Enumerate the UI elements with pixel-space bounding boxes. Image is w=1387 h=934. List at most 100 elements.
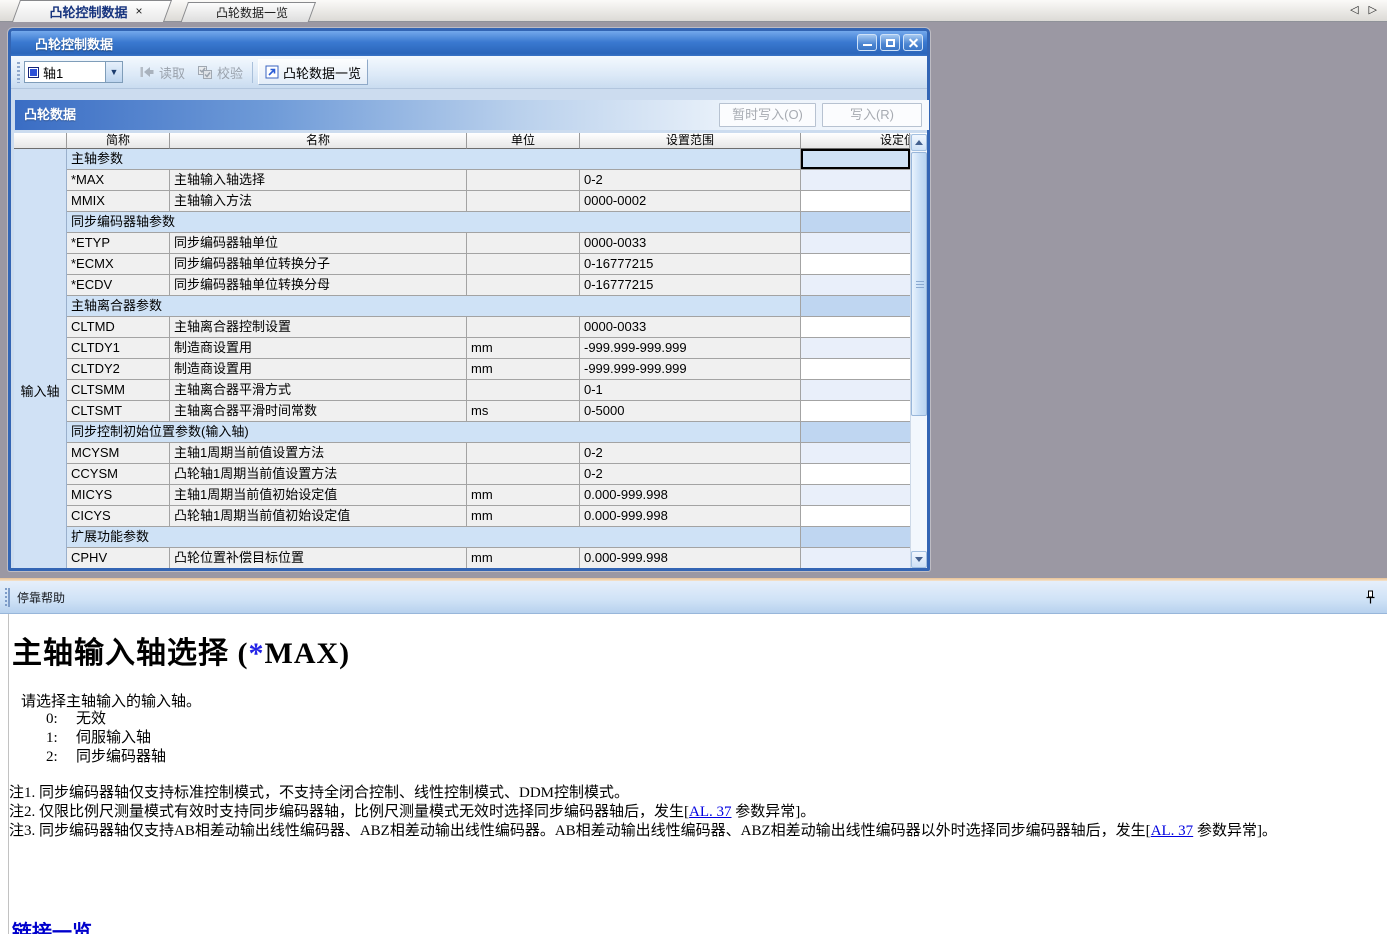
range-cell[interactable]: 0.000-999.998 xyxy=(580,548,801,568)
abbr-cell[interactable]: MICYS xyxy=(67,485,170,506)
scroll-up-button[interactable] xyxy=(911,134,927,151)
setting-value-cell[interactable] xyxy=(801,338,910,359)
range-cell[interactable]: 0-2 xyxy=(580,170,801,191)
docking-help-titlebar[interactable]: 停靠帮助 xyxy=(0,581,1387,614)
setting-value-cell[interactable] xyxy=(801,380,910,401)
scroll-down-button[interactable] xyxy=(911,551,927,568)
group-label-cell[interactable]: 主轴离合器参数 xyxy=(67,296,801,317)
abbr-cell[interactable]: *ETYP xyxy=(67,233,170,254)
unit-cell[interactable] xyxy=(467,317,580,338)
range-cell[interactable]: 0.000-999.998 xyxy=(580,506,801,527)
name-cell[interactable]: 同步编码器轴单位转换分母 xyxy=(170,275,467,296)
abbr-cell[interactable]: CLTDY1 xyxy=(67,338,170,359)
unit-cell[interactable] xyxy=(467,233,580,254)
unit-cell[interactable] xyxy=(467,380,580,401)
group-label-cell[interactable]: 主轴参数 xyxy=(67,149,801,170)
setting-value-cell[interactable] xyxy=(801,296,910,317)
range-cell[interactable]: 0-2 xyxy=(580,464,801,485)
tab-scroll-right-icon[interactable]: ▷ xyxy=(1369,3,1377,16)
dock-grip-handle[interactable] xyxy=(5,588,7,607)
unit-cell[interactable] xyxy=(467,275,580,296)
setting-value-cell[interactable] xyxy=(801,191,910,212)
name-cell[interactable]: 主轴1周期当前值设置方法 xyxy=(170,443,467,464)
close-button[interactable] xyxy=(903,34,923,51)
name-cell[interactable]: 凸轮轴1周期当前值初始设定值 xyxy=(170,506,467,527)
unit-cell[interactable]: mm xyxy=(467,359,580,380)
unit-cell[interactable]: mm xyxy=(467,338,580,359)
setting-value-cell[interactable] xyxy=(801,548,910,568)
read-button[interactable]: 读取 xyxy=(133,59,191,85)
unit-cell[interactable]: mm xyxy=(467,485,580,506)
group-label-cell[interactable]: 同步控制初始位置参数(输入轴) xyxy=(67,422,801,443)
name-cell[interactable]: 凸轮位置补偿目标位置 xyxy=(170,548,467,568)
temporary-write-button[interactable]: 暂时写入(O) xyxy=(719,103,816,127)
range-cell[interactable]: 0000-0033 xyxy=(580,233,801,254)
setting-value-cell[interactable] xyxy=(801,317,910,338)
name-cell[interactable]: 主轴输入方法 xyxy=(170,191,467,212)
range-cell[interactable]: -999.999-999.999 xyxy=(580,359,801,380)
setting-value-cell[interactable] xyxy=(801,506,910,527)
unit-cell[interactable] xyxy=(467,254,580,275)
tab-scroll-left-icon[interactable]: ◁ xyxy=(1350,3,1358,16)
range-cell[interactable]: 0-5000 xyxy=(580,401,801,422)
abbr-cell[interactable]: CICYS xyxy=(67,506,170,527)
alarm-link[interactable]: AL. 37 xyxy=(689,804,732,820)
setting-value-cell[interactable] xyxy=(801,212,910,233)
unit-cell[interactable]: mm xyxy=(467,506,580,527)
link-list-link[interactable]: 链接一览 xyxy=(12,916,92,934)
abbr-cell[interactable]: *ECDV xyxy=(67,275,170,296)
write-button[interactable]: 写入(R) xyxy=(822,103,922,127)
abbr-cell[interactable]: CLTDY2 xyxy=(67,359,170,380)
alarm-link[interactable]: AL. 37 xyxy=(1151,823,1194,839)
setting-value-cell[interactable] xyxy=(801,359,910,380)
unit-cell[interactable]: mm xyxy=(467,548,580,568)
range-cell[interactable]: 0000-0033 xyxy=(580,317,801,338)
unit-cell[interactable] xyxy=(467,443,580,464)
setting-value-cell[interactable] xyxy=(801,527,910,548)
chevron-down-icon[interactable]: ▼ xyxy=(105,62,122,82)
window-titlebar[interactable]: 凸轮控制数据 xyxy=(11,31,927,56)
verify-button[interactable]: 校验 xyxy=(191,59,249,85)
abbr-cell[interactable]: CLTSMM xyxy=(67,380,170,401)
name-cell[interactable]: 主轴输入轴选择 xyxy=(170,170,467,191)
name-cell[interactable]: 同步编码器轴单位 xyxy=(170,233,467,254)
pin-icon[interactable] xyxy=(1364,590,1377,605)
name-cell[interactable]: 主轴1周期当前值初始设定值 xyxy=(170,485,467,506)
setting-value-cell[interactable] xyxy=(801,254,910,275)
scrollbar-thumb[interactable] xyxy=(911,152,927,416)
abbr-cell[interactable]: CPHV xyxy=(67,548,170,568)
range-cell[interactable]: 0-1 xyxy=(580,380,801,401)
setting-value-cell[interactable] xyxy=(801,422,910,443)
setting-value-cell[interactable] xyxy=(801,170,910,191)
minimize-button[interactable] xyxy=(857,34,877,51)
tab-cam-control-data[interactable]: 凸轮控制数据 × xyxy=(20,0,172,22)
abbr-cell[interactable]: *MAX xyxy=(67,170,170,191)
name-cell[interactable]: 主轴离合器控制设置 xyxy=(170,317,467,338)
name-cell[interactable]: 制造商设置用 xyxy=(170,338,467,359)
unit-cell[interactable] xyxy=(467,170,580,191)
name-cell[interactable]: 同步编码器轴单位转换分子 xyxy=(170,254,467,275)
abbr-cell[interactable]: *ECMX xyxy=(67,254,170,275)
name-cell[interactable]: 主轴离合器平滑时间常数 xyxy=(170,401,467,422)
range-cell[interactable]: 0000-0002 xyxy=(580,191,801,212)
name-cell[interactable]: 制造商设置用 xyxy=(170,359,467,380)
name-cell[interactable]: 凸轮轴1周期当前值设置方法 xyxy=(170,464,467,485)
range-cell[interactable]: 0-16777215 xyxy=(580,254,801,275)
group-label-cell[interactable]: 扩展功能参数 xyxy=(67,527,801,548)
setting-value-cell[interactable] xyxy=(801,464,910,485)
setting-value-cell[interactable] xyxy=(801,443,910,464)
axis-select-combobox[interactable]: 轴1 ▼ xyxy=(24,61,123,83)
range-cell[interactable]: -999.999-999.999 xyxy=(580,338,801,359)
setting-value-cell[interactable] xyxy=(801,233,910,254)
vertical-scrollbar[interactable] xyxy=(910,134,927,568)
unit-cell[interactable] xyxy=(467,191,580,212)
range-cell[interactable]: 0.000-999.998 xyxy=(580,485,801,506)
setting-value-cell[interactable] xyxy=(801,401,910,422)
name-cell[interactable]: 主轴离合器平滑方式 xyxy=(170,380,467,401)
setting-value-cell[interactable] xyxy=(801,485,910,506)
abbr-cell[interactable]: MCYSM xyxy=(67,443,170,464)
range-cell[interactable]: 0-16777215 xyxy=(580,275,801,296)
unit-cell[interactable] xyxy=(467,464,580,485)
group-label-cell[interactable]: 同步编码器轴参数 xyxy=(67,212,801,233)
cam-data-list-button[interactable]: 凸轮数据一览 xyxy=(258,59,368,85)
